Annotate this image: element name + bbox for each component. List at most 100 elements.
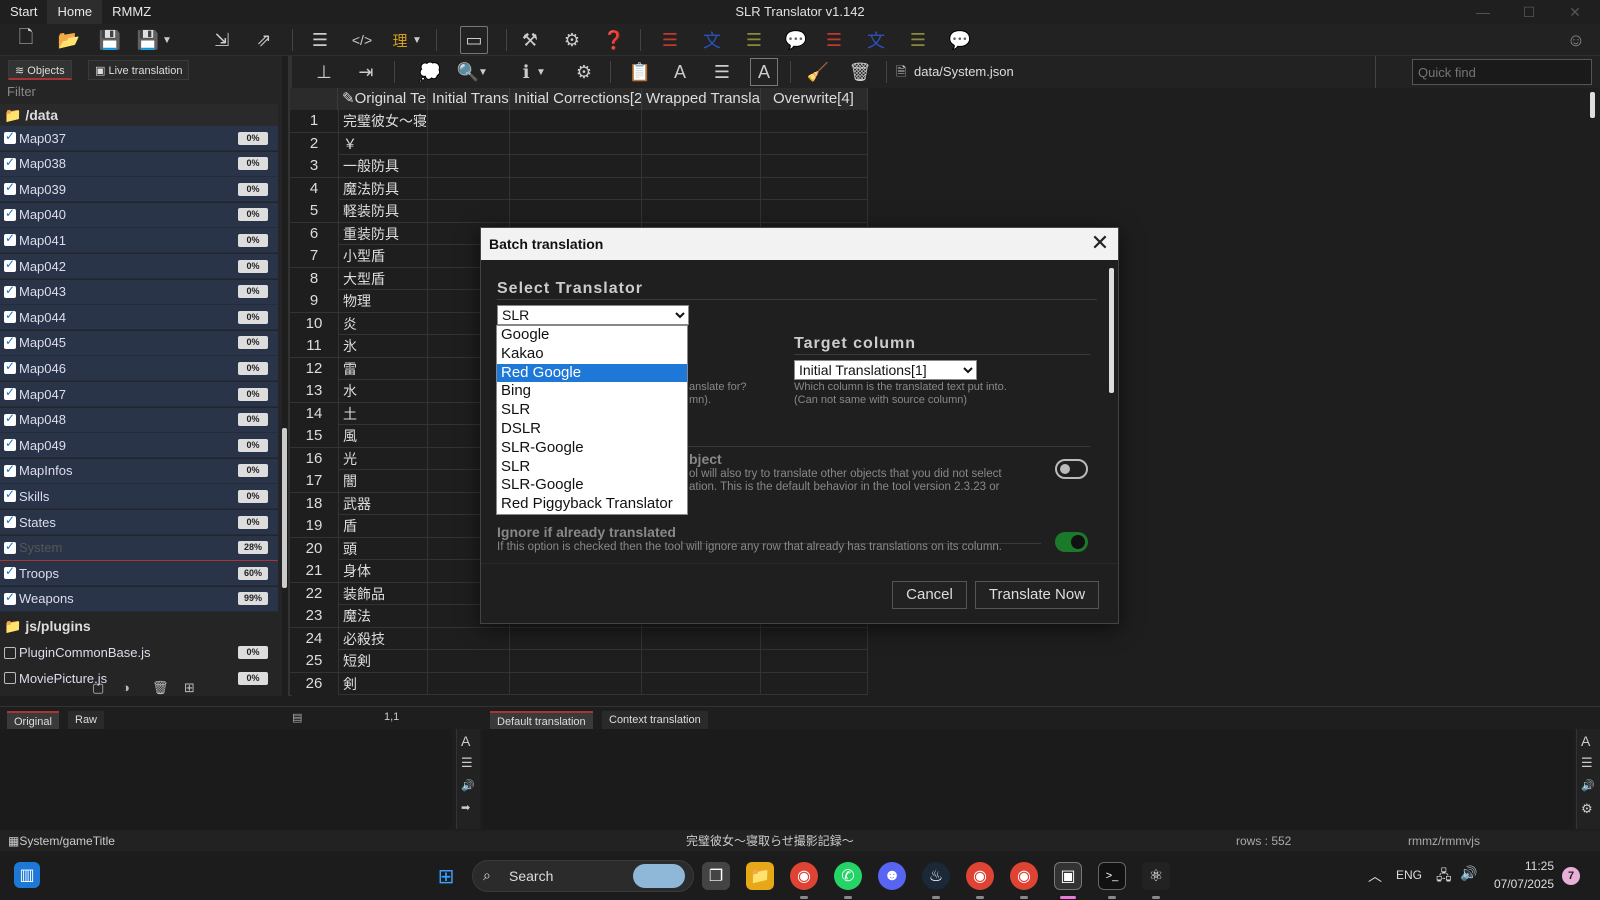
checkbox[interactable] [4,564,16,580]
language-indicator[interactable]: ENG [1396,868,1422,882]
speaker-icon[interactable]: 🔊 [461,779,475,792]
original-text-cell[interactable]: 氷 [338,335,428,357]
translation-cell[interactable] [642,132,761,155]
original-text-cell[interactable]: 装飾品 [338,582,428,605]
notification-badge[interactable]: 7 [1562,867,1580,885]
translation-cell[interactable] [428,177,510,200]
original-text-cell[interactable]: 武器 [338,492,428,515]
tree-item[interactable]: Map041 0% [0,228,278,254]
translation-cell[interactable] [642,650,761,672]
original-text-cell[interactable]: 剣 [338,672,428,695]
checkbox[interactable] [4,334,16,349]
dropdown-option[interactable]: SLR-Google [497,439,687,458]
tree-item[interactable]: Map040 0% [0,202,278,228]
translation-cell[interactable] [510,200,642,222]
broom-icon[interactable]: 🧹 [804,58,832,86]
chrome-profile-icon[interactable]: ◉ [1010,862,1038,890]
dropdown-option[interactable]: DSLR [497,420,687,439]
dropdown-option[interactable]: Google [497,326,687,345]
original-text-cell[interactable]: 物理 [338,290,428,312]
table-row[interactable]: 2 ￥ [290,132,868,155]
checkbox[interactable] [4,590,16,605]
translation-cell[interactable] [761,200,868,222]
import-icon[interactable]: ⇲ [208,26,236,54]
tree-item[interactable]: Skills 0% [0,484,278,510]
whatsapp-icon[interactable]: ✆ [834,862,862,890]
close-icon[interactable]: ✕ [1088,232,1112,256]
translation-cell[interactable] [761,650,868,672]
tree-item[interactable]: Troops 60% [0,561,278,587]
chevron-down-icon[interactable]: ▼ [476,58,490,86]
table-row[interactable]: 26 剣 [290,672,868,695]
maximize-icon[interactable]: ☐ [1506,0,1552,24]
original-text-cell[interactable]: 大型盾 [338,267,428,290]
green-rows-icon[interactable]: ☰ [740,26,768,54]
translation-cell[interactable] [510,672,642,695]
original-text-cell[interactable]: 盾 [338,515,428,537]
original-text-cell[interactable]: 軽装防具 [338,200,428,222]
chevron-down-icon[interactable]: ▼ [160,26,174,54]
grid-scrollbar[interactable] [1590,92,1595,118]
tree-item[interactable]: MoviePicture.js 0% [0,665,278,691]
original-text-cell[interactable]: 雷 [338,357,428,380]
tab-context-translation[interactable]: Context translation [602,711,708,729]
translation-cell[interactable] [510,650,642,672]
checkbox[interactable] [4,308,16,324]
column-header-initial-corrections[interactable]: Initial Corrections[2 [510,88,642,110]
table-row[interactable]: 4 魔法防具 [290,177,868,200]
insert-row-icon[interactable]: ⊥ [310,58,338,86]
translation-cell[interactable] [642,200,761,222]
tree-item[interactable]: Map039 0% [0,177,278,203]
table-row[interactable]: 3 一般防具 [290,155,868,178]
tree-item[interactable]: Map042 0% [0,254,278,279]
checkbox[interactable] [4,513,16,528]
checkbox[interactable] [4,487,16,503]
discord-icon[interactable]: ☻ [878,862,906,890]
font-icon[interactable]: A [461,733,470,749]
translation-cell[interactable] [428,132,510,155]
windows-start-icon[interactable]: ⊞ [432,862,460,890]
checkbox[interactable] [4,180,16,196]
open-folder-icon[interactable]: 📂 [55,26,83,54]
checkbox[interactable] [4,385,16,400]
dropdown-option[interactable]: SLR-Google [497,476,687,495]
clock-date[interactable]: 07/07/2025 [1490,877,1554,891]
red-rows-icon[interactable]: ☰ [820,26,848,54]
network-icon[interactable]: 🖧 [1436,865,1452,889]
import-row-icon[interactable]: ⇥ [352,58,380,86]
checkbox[interactable] [4,283,16,298]
save-as-icon[interactable]: 💾 [134,26,162,54]
filter-input[interactable]: Filter [0,82,280,102]
original-text-area[interactable] [0,729,452,829]
chevron-down-icon[interactable]: ▼ [410,26,424,54]
original-text-cell[interactable]: 風 [338,425,428,447]
translate-now-button[interactable]: Translate Now [975,581,1099,609]
checkbox[interactable] [4,155,16,170]
original-text-cell[interactable]: 土 [338,402,428,425]
tree-item[interactable]: Map049 0% [0,433,278,459]
menu-home[interactable]: Home [47,0,103,24]
volume-icon[interactable]: 🔊 [1460,865,1477,882]
tree-item[interactable]: System 28% [0,535,278,561]
translation-cell[interactable] [428,110,510,132]
tree-item[interactable]: MapInfos 0% [0,458,278,484]
trash-icon[interactable]: 🗑 [846,58,874,86]
tree-item[interactable]: States 0% [0,510,278,535]
translate-blue-icon[interactable]: 文 [698,26,726,54]
tab-objects[interactable]: ≋ Objects [8,60,72,80]
original-text-cell[interactable]: 必殺技 [338,627,428,650]
translation-cell[interactable] [761,672,868,695]
translation-cell[interactable] [642,672,761,695]
translation-text-area[interactable] [482,729,1574,829]
original-text-cell[interactable]: ￥ [338,132,428,155]
cancel-button[interactable]: Cancel [892,581,967,609]
column-header-wrapped-translation[interactable]: Wrapped Translati [642,88,761,110]
taskbar-search[interactable]: ⌕ Search [472,860,694,892]
original-text-cell[interactable]: 身体 [338,560,428,582]
settings-icon[interactable]: ⚙ [570,58,598,86]
table-row[interactable]: 24 必殺技 [290,627,868,650]
new-file-icon[interactable]: 🗋 [12,26,40,54]
tree-item[interactable]: Map047 0% [0,382,278,407]
tree-item[interactable]: Map037 0% [0,126,278,151]
translation-cell[interactable] [761,110,868,132]
